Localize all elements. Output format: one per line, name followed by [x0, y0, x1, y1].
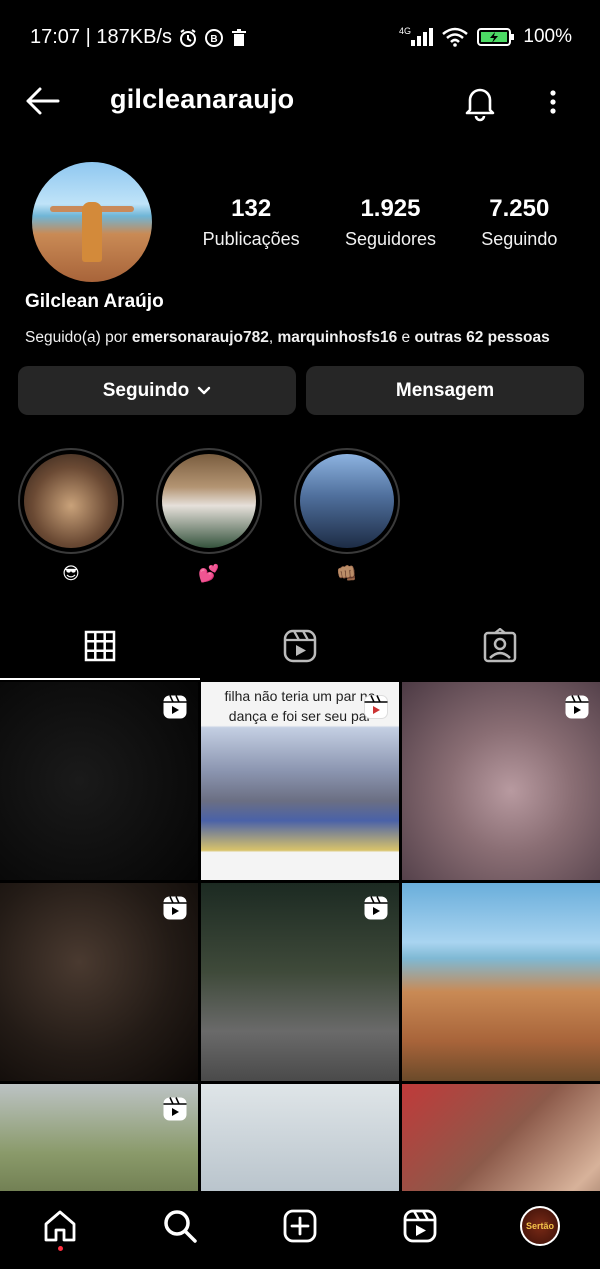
bottom-navigation: Sertão — [0, 1191, 600, 1269]
b-badge-icon: B — [204, 28, 224, 48]
grid-post[interactable] — [0, 883, 198, 1081]
highlight-ring — [156, 448, 262, 554]
story-highlights: 😎 💕 👊🏽 — [18, 448, 400, 584]
profile-stats: 132 Publicações 1.925 Seguidores 7.250 S… — [180, 195, 580, 250]
stat-followers-label: Seguidores — [344, 229, 437, 249]
avatar-photo-person — [82, 202, 102, 262]
stat-following[interactable]: 7.250 Seguindo — [481, 195, 557, 250]
message-button[interactable]: Mensagem — [306, 366, 584, 415]
nav-reels[interactable] — [395, 1201, 445, 1251]
profile-thumbnail: Sertão — [520, 1206, 560, 1246]
grid-post[interactable] — [402, 883, 600, 1081]
profile-header: gilcleanaraujo — [0, 76, 600, 126]
followed-by-user1: emersonaraujo782 — [131, 329, 269, 346]
highlight-item[interactable]: 😎 — [18, 448, 124, 584]
highlight-item[interactable]: 👊🏽 — [294, 448, 400, 584]
tab-posts-grid[interactable] — [0, 612, 200, 680]
grid-post[interactable] — [402, 682, 600, 880]
following-button-label: Seguindo — [102, 379, 190, 401]
battery-icon — [477, 27, 515, 47]
reel-badge-icon — [364, 695, 388, 719]
status-time-speed: 17:07 | 187KB/s — [30, 26, 172, 48]
reels-icon — [283, 629, 317, 663]
highlight-label: 💕 — [198, 564, 220, 583]
highlight-item[interactable]: 💕 — [156, 448, 262, 584]
highlight-cover — [24, 454, 118, 548]
add-post-icon — [283, 1209, 317, 1243]
followed-by-rest: outras 62 pessoas — [414, 329, 550, 346]
status-bar: 17:07 | 187KB/s B 4G 100% — [0, 0, 600, 76]
grid-post[interactable]: filha não teria um par na dança e foi se… — [201, 682, 399, 880]
posts-grid: filha não teria um par na dança e foi se… — [0, 682, 600, 1269]
more-options-button[interactable] — [538, 82, 568, 122]
followed-by-prefix: Seguido(a) por — [25, 329, 132, 346]
stat-following-value: 7.250 — [489, 195, 550, 222]
bell-icon — [465, 88, 495, 122]
stat-posts-label: Publicações — [202, 229, 300, 249]
profile-thumbnail-logo: Sertão — [525, 1221, 554, 1231]
chevron-down-icon — [198, 386, 211, 394]
alarm-icon — [178, 28, 198, 48]
nav-search[interactable] — [155, 1201, 205, 1251]
highlight-ring — [294, 448, 400, 554]
wifi-icon — [441, 27, 469, 47]
nav-home[interactable] — [35, 1201, 85, 1251]
reel-badge-icon — [163, 896, 187, 920]
back-button[interactable] — [22, 80, 64, 122]
network-label: 4G — [399, 26, 411, 36]
reel-badge-icon — [364, 896, 388, 920]
grid-post[interactable] — [201, 883, 399, 1081]
signal-icon: 4G — [399, 26, 434, 48]
header-username: gilcleanaraujo — [110, 84, 295, 114]
profile-tabs — [0, 612, 600, 680]
message-button-label: Mensagem — [395, 379, 495, 401]
highlight-cover — [162, 454, 256, 548]
home-notification-dot — [58, 1246, 63, 1251]
more-vertical-icon — [550, 90, 556, 114]
reel-badge-icon — [163, 1097, 187, 1121]
profile-action-buttons: Seguindo Mensagem — [18, 366, 584, 415]
nav-profile[interactable]: Sertão — [515, 1201, 565, 1251]
reel-badge-icon — [163, 695, 187, 719]
reels-icon — [403, 1209, 437, 1243]
grid-icon — [84, 630, 116, 662]
followed-by-text[interactable]: Seguido(a) por emersonaraujo782, marquin… — [25, 329, 550, 347]
stat-posts[interactable]: 132 Publicações — [203, 195, 300, 250]
trash-icon — [230, 28, 248, 48]
highlight-label: 👊🏽 — [336, 564, 358, 583]
stat-followers-value: 1.925 — [360, 195, 421, 222]
back-arrow-icon — [26, 87, 60, 115]
reel-badge-icon — [565, 695, 589, 719]
tab-tagged[interactable] — [400, 612, 600, 680]
followed-by-user2: marquinhosfs16 — [277, 329, 398, 346]
stat-followers[interactable]: 1.925 Seguidores — [345, 195, 436, 250]
notifications-button[interactable] — [460, 82, 500, 122]
profile-fullname: Gilclean Araújo — [25, 291, 164, 312]
search-icon — [164, 1210, 197, 1243]
status-right: 4G 100% — [399, 26, 572, 48]
profile-avatar[interactable] — [32, 162, 152, 282]
following-button[interactable]: Seguindo — [18, 366, 296, 415]
stat-posts-value: 132 — [231, 195, 272, 222]
highlight-cover — [300, 454, 394, 548]
nav-create[interactable] — [275, 1201, 325, 1251]
svg-text:B: B — [210, 34, 217, 45]
status-left: 17:07 | 187KB/s B — [30, 26, 248, 49]
tagged-person-icon — [483, 628, 517, 663]
followed-by-mid: e — [397, 329, 415, 346]
highlight-ring — [18, 448, 124, 554]
home-icon — [44, 1210, 76, 1242]
battery-percent: 100% — [523, 26, 572, 47]
highlight-label: 😎 — [62, 564, 80, 583]
stat-following-label: Seguindo — [481, 229, 558, 249]
tab-reels[interactable] — [200, 612, 400, 680]
grid-post[interactable] — [0, 682, 198, 880]
